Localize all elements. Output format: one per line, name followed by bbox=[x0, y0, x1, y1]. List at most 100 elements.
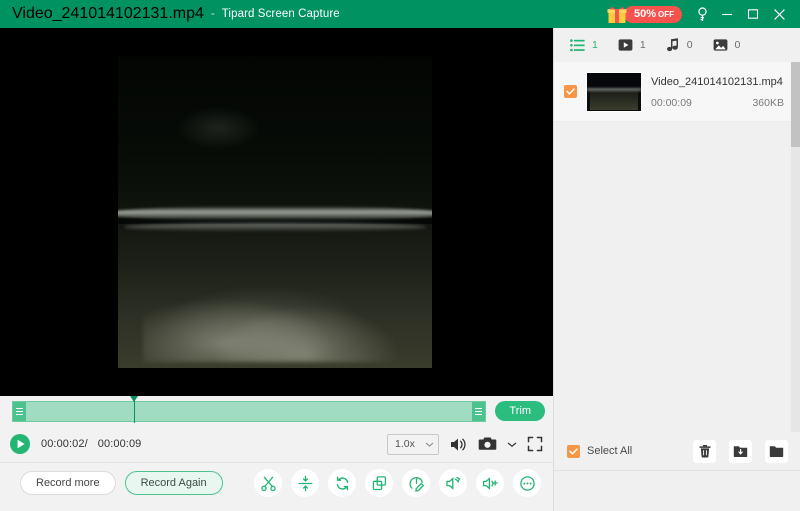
trim-button[interactable]: Trim bbox=[495, 401, 545, 421]
rotate-icon bbox=[336, 476, 348, 490]
discount-badge[interactable]: 50% OFF bbox=[623, 5, 682, 23]
title-app-name: Tipard Screen Capture bbox=[221, 8, 340, 20]
file-name: Video_241014102131.mp4 bbox=[651, 76, 783, 88]
volume-icon bbox=[451, 438, 466, 451]
check-icon bbox=[569, 447, 578, 455]
fullscreen-button[interactable] bbox=[527, 436, 543, 452]
minimize-icon bbox=[722, 13, 732, 16]
music-icon bbox=[666, 38, 678, 52]
tab-audio[interactable]: 0 bbox=[660, 28, 707, 62]
scissors-icon bbox=[260, 476, 276, 491]
trim-track[interactable] bbox=[12, 395, 487, 423]
file-list-scrollbar[interactable] bbox=[791, 62, 800, 432]
file-panel: 1 1 0 0 Video_241014102131.mp4 00:00:09 … bbox=[553, 28, 800, 511]
record-again-button[interactable]: Record Again bbox=[124, 471, 223, 495]
video-glow-region bbox=[174, 105, 263, 150]
discount-off-label: OFF bbox=[658, 9, 674, 19]
cut-tool[interactable] bbox=[254, 469, 282, 497]
check-icon bbox=[566, 88, 575, 95]
save-to-button[interactable] bbox=[729, 439, 752, 463]
player-controls: 00:00:02/ 00:00:09 1.0x bbox=[0, 426, 553, 462]
image-icon bbox=[713, 39, 727, 51]
file-size: 360KB bbox=[752, 97, 784, 109]
tab-all[interactable]: 1 bbox=[564, 28, 612, 62]
register-key-button[interactable] bbox=[690, 4, 714, 24]
promo-banner[interactable]: 50% OFF bbox=[607, 5, 682, 24]
tab-video[interactable]: 1 bbox=[612, 28, 660, 62]
merge-tool[interactable] bbox=[365, 469, 393, 497]
player-column: Trim 00:00:02/ 00:00:09 1.0x Record more… bbox=[0, 28, 553, 511]
convert-tool[interactable] bbox=[328, 469, 356, 497]
snapshot-dropdown-button[interactable] bbox=[507, 441, 517, 448]
selection-bar: Select All bbox=[554, 432, 800, 470]
video-preview[interactable] bbox=[0, 28, 553, 396]
tab-video-count: 1 bbox=[639, 39, 646, 51]
discount-percent: 50% bbox=[633, 7, 656, 20]
minimize-button[interactable] bbox=[714, 3, 740, 25]
play-button[interactable] bbox=[9, 433, 31, 455]
camera-icon bbox=[478, 437, 497, 450]
file-list: Video_241014102131.mp4 00:00:09 360KB bbox=[554, 62, 800, 432]
ellipsis-circle-icon bbox=[519, 475, 535, 491]
chevron-down-icon bbox=[425, 442, 434, 447]
title-bar: Video_241014102131.mp4 - Tipard Screen C… bbox=[0, 0, 800, 28]
merge-squares-icon bbox=[372, 475, 386, 490]
more-tool[interactable] bbox=[513, 469, 541, 497]
tab-image[interactable]: 0 bbox=[707, 28, 755, 62]
scrollbar-thumb[interactable] bbox=[791, 62, 800, 147]
tab-audio-count: 0 bbox=[686, 39, 693, 51]
close-button[interactable] bbox=[766, 3, 792, 25]
gift-icon bbox=[607, 6, 627, 23]
video-foam-region bbox=[143, 268, 407, 362]
maximize-icon bbox=[747, 9, 759, 19]
pencil-circle-icon bbox=[409, 476, 424, 492]
list-icon bbox=[570, 38, 585, 51]
delete-button[interactable] bbox=[693, 439, 716, 463]
total-time: 00:00:09 bbox=[97, 438, 142, 450]
folder-save-icon bbox=[733, 446, 748, 457]
maximize-button[interactable] bbox=[740, 3, 766, 25]
main-body: Trim 00:00:02/ 00:00:09 1.0x Record more… bbox=[0, 28, 800, 511]
playhead-marker[interactable] bbox=[130, 395, 138, 423]
panel-footer bbox=[554, 470, 800, 511]
snapshot-button[interactable] bbox=[478, 436, 497, 452]
chevron-down-icon bbox=[507, 442, 517, 447]
video-sky-region bbox=[118, 56, 432, 219]
select-all-checkbox[interactable] bbox=[567, 444, 580, 458]
bottom-toolbar: Record more Record Again bbox=[0, 462, 553, 503]
tab-image-count: 0 bbox=[734, 39, 741, 51]
playback-speed-select[interactable]: 1.0x bbox=[387, 433, 439, 455]
video-icon bbox=[618, 39, 633, 51]
trim-selection[interactable] bbox=[26, 402, 472, 421]
list-item[interactable]: Video_241014102131.mp4 00:00:09 360KB bbox=[554, 62, 800, 122]
select-all-label: Select All bbox=[587, 445, 633, 457]
file-thumbnail bbox=[586, 71, 642, 112]
open-folder-button[interactable] bbox=[765, 439, 788, 463]
volume-boost-tool[interactable] bbox=[476, 469, 504, 497]
video-frame bbox=[118, 56, 432, 368]
title-file-name: Video_241014102131.mp4 bbox=[12, 5, 204, 22]
speaker-arrow-icon bbox=[445, 476, 460, 490]
current-time: 00:00:02/ bbox=[41, 438, 88, 450]
playback-speed-value: 1.0x bbox=[395, 438, 415, 450]
compress-tool[interactable] bbox=[291, 469, 319, 497]
video-wave-crest bbox=[118, 205, 432, 222]
app-window: Video_241014102131.mp4 - Tipard Screen C… bbox=[0, 0, 800, 511]
tab-all-count: 1 bbox=[592, 39, 598, 51]
compress-icon bbox=[298, 475, 312, 491]
trash-icon bbox=[698, 445, 711, 458]
video-wave-secondary bbox=[124, 222, 426, 231]
trim-handle-left[interactable] bbox=[13, 401, 26, 421]
file-duration: 00:00:09 bbox=[651, 97, 692, 109]
close-icon bbox=[773, 8, 785, 20]
key-icon bbox=[697, 6, 707, 21]
file-checkbox[interactable] bbox=[564, 85, 577, 98]
file-sub: 00:00:09 360KB bbox=[651, 97, 786, 109]
audio-extract-tool[interactable] bbox=[439, 469, 467, 497]
record-more-button[interactable]: Record more bbox=[20, 471, 116, 495]
trim-bar: Trim bbox=[0, 395, 553, 426]
volume-button[interactable] bbox=[449, 436, 468, 453]
title-separator: - bbox=[210, 8, 215, 20]
trim-handle-right[interactable] bbox=[472, 401, 486, 421]
edit-tool[interactable] bbox=[402, 469, 430, 497]
